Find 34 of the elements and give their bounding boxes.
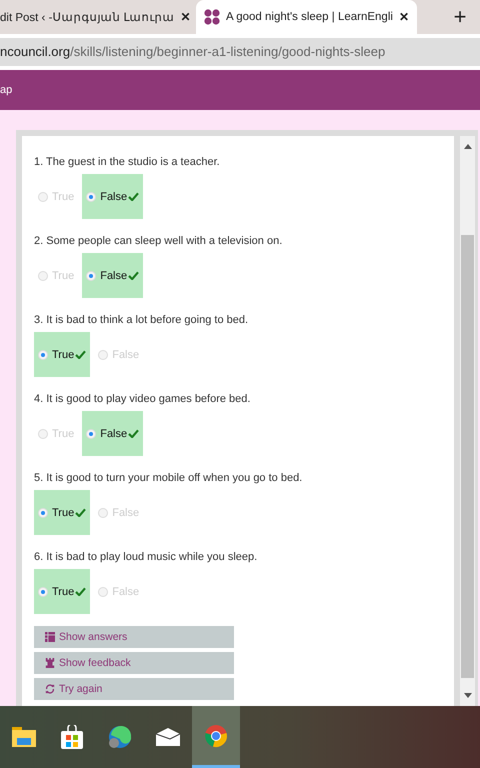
scroll-up-icon[interactable] (464, 144, 472, 149)
check-icon (75, 350, 86, 359)
tower-icon (45, 658, 55, 668)
question-text: 2. Some people can sleep well with a television on. (34, 235, 284, 247)
scroll-down-icon[interactable] (464, 693, 472, 698)
check-icon (128, 271, 140, 280)
scrollbar[interactable] (460, 136, 475, 706)
answer-option[interactable]: False (82, 253, 144, 298)
new-tab-button[interactable]: + (440, 0, 480, 34)
question-text: 5. It is good to turn your mobile off when you go to bed. (34, 472, 304, 484)
answer-option[interactable]: False (82, 411, 144, 456)
answer-option[interactable]: True (34, 569, 90, 614)
close-tab-button[interactable]: ✕ (398, 10, 409, 24)
answer-option[interactable]: True (34, 490, 90, 535)
action-button[interactable]: Show feedback (34, 652, 234, 674)
question-text: 4. It is good to play video games before bed. (34, 393, 252, 405)
refresh-icon (45, 684, 55, 694)
check-icon (75, 508, 86, 517)
four-dots-icon (204, 9, 220, 25)
check-icon (128, 429, 140, 438)
table-icon (45, 632, 55, 642)
check-icon (128, 192, 140, 201)
question-text: 6. It is bad to play loud music while you sleep. (34, 551, 258, 563)
browser-tab[interactable]: dit Post ‹ -Սարգսյան Լաուրա ✕ (0, 0, 196, 34)
answer-option[interactable]: True (34, 332, 90, 377)
header-text: ap (0, 84, 12, 96)
question-text: 1. The guest in the studio is a teacher. (34, 156, 221, 168)
action-button[interactable]: Try again (34, 678, 234, 700)
question-text: 3. It is bad to think a lot before going to bed. (34, 314, 250, 326)
check-icon (75, 587, 86, 596)
browser-tab[interactable]: A good night's sleep | LearnEngli ✕ (196, 0, 417, 34)
answer-option[interactable]: False (82, 174, 144, 219)
action-button[interactable]: Show answers (34, 626, 234, 648)
close-tab-button[interactable]: ✕ (180, 10, 191, 24)
